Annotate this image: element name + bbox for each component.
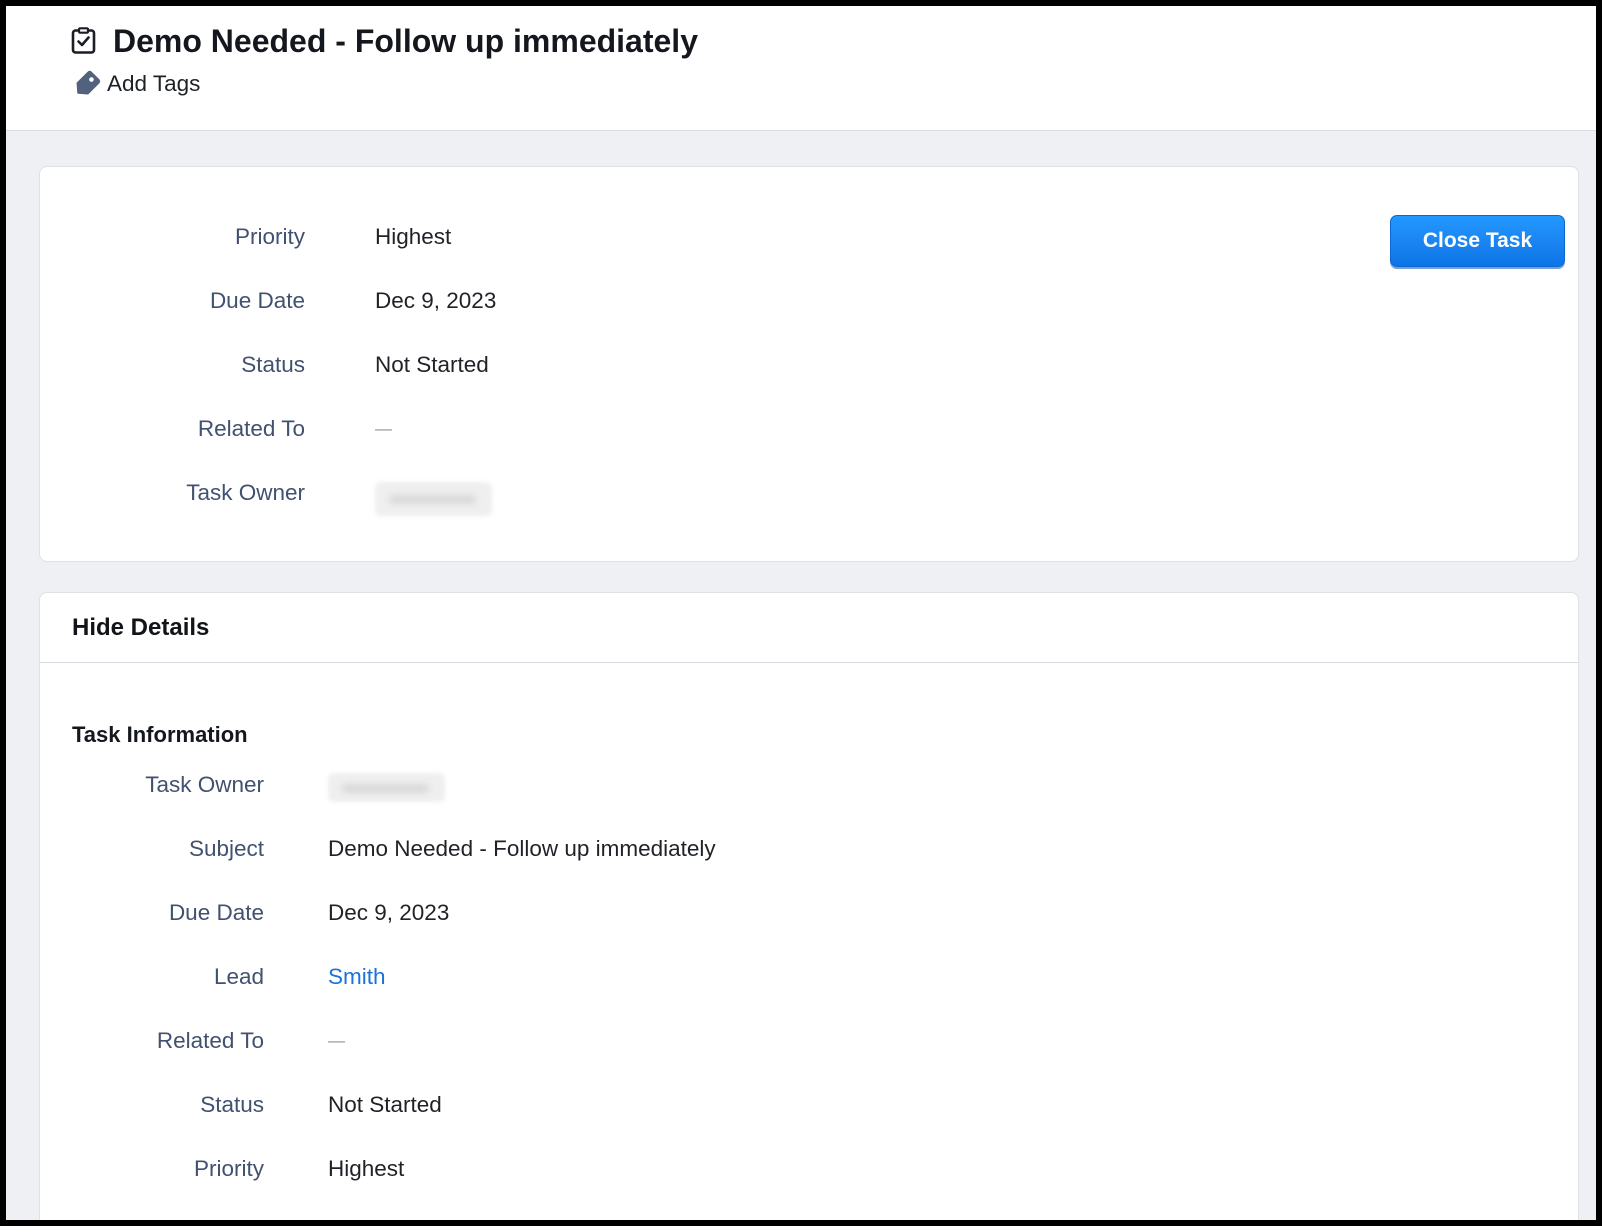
lead-link[interactable]: Smith xyxy=(328,945,386,1009)
summary-row-due-date: Due Date Dec 9, 2023 xyxy=(40,269,496,333)
status-value: Not Started xyxy=(375,352,489,377)
related-to-label: Related To xyxy=(197,416,305,441)
related-to-value: — xyxy=(375,419,392,438)
related-to-value: — xyxy=(328,1031,345,1050)
status-label: Status xyxy=(200,1092,264,1117)
details-card: Hide Details Task Information Task Owner… xyxy=(39,592,1579,1220)
related-to-label: Related To xyxy=(156,1028,264,1053)
priority-label: Priority xyxy=(234,224,305,249)
summary-row-related-to: Related To — xyxy=(40,397,496,461)
page-title: Demo Needed - Follow up immediately xyxy=(113,23,698,59)
close-task-button[interactable]: Close Task xyxy=(1390,215,1565,267)
detail-row-lead: Lead Smith xyxy=(40,945,716,1009)
detail-row-related-to: Related To — xyxy=(40,1009,716,1073)
details-header: Hide Details xyxy=(40,593,1578,663)
hide-details-toggle[interactable]: Hide Details xyxy=(72,593,209,662)
lead-label: Lead xyxy=(213,964,264,989)
task-information-fields: Task Owner Subject Demo Needed - Follow … xyxy=(40,753,716,1201)
screenshot-frame: Demo Needed - Follow up immediately Add … xyxy=(0,0,1602,1226)
summary-row-status: Status Not Started xyxy=(40,333,496,397)
summary-card: Priority Highest Due Date Dec 9, 2023 St… xyxy=(39,166,1579,562)
detail-row-status: Status Not Started xyxy=(40,1073,716,1137)
redacted-owner-name xyxy=(375,482,492,516)
task-owner-label: Task Owner xyxy=(186,480,305,505)
subject-value: Demo Needed - Follow up immediately xyxy=(328,836,716,861)
due-date-value: Dec 9, 2023 xyxy=(375,288,497,313)
add-tags-label: Add Tags xyxy=(107,71,201,96)
task-owner-value xyxy=(375,461,492,525)
priority-value: Highest xyxy=(328,1156,405,1181)
detail-row-task-owner: Task Owner xyxy=(40,753,716,817)
status-value: Not Started xyxy=(328,1092,442,1117)
section-title-task-information: Task Information xyxy=(72,722,248,747)
subject-label: Subject xyxy=(188,836,264,861)
task-owner-label: Task Owner xyxy=(145,772,264,797)
detail-row-subject: Subject Demo Needed - Follow up immediat… xyxy=(40,817,716,881)
summary-fields: Priority Highest Due Date Dec 9, 2023 St… xyxy=(40,205,496,525)
summary-row-priority: Priority Highest xyxy=(40,205,496,269)
task-checklist-icon xyxy=(70,27,97,54)
detail-row-priority: Priority Highest xyxy=(40,1137,716,1201)
task-owner-value xyxy=(328,753,445,817)
due-date-label: Due Date xyxy=(168,900,264,925)
summary-row-task-owner: Task Owner xyxy=(40,461,496,525)
add-tags-link[interactable]: Add Tags xyxy=(72,69,200,99)
record-header: Demo Needed - Follow up immediately Add … xyxy=(6,6,1596,131)
detail-row-due-date: Due Date Dec 9, 2023 xyxy=(40,881,716,945)
due-date-value: Dec 9, 2023 xyxy=(328,900,450,925)
priority-label: Priority xyxy=(193,1156,264,1181)
redacted-owner-name xyxy=(328,773,445,802)
priority-value: Highest xyxy=(375,224,452,249)
due-date-label: Due Date xyxy=(209,288,305,313)
status-label: Status xyxy=(241,352,305,377)
tag-icon xyxy=(72,70,101,99)
